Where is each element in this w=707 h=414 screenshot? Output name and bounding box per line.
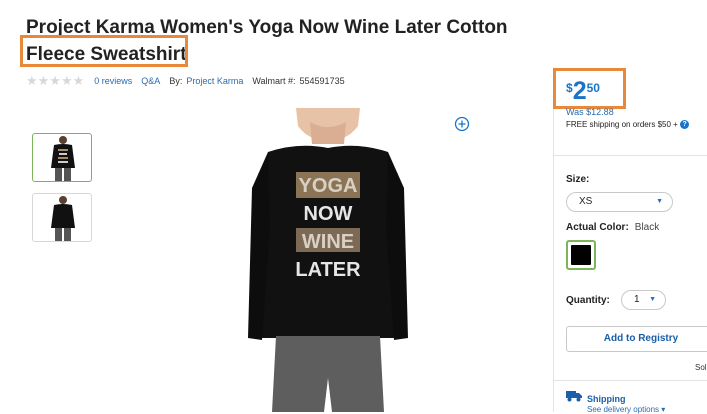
quantity-select[interactable]: 1 ▼ (621, 290, 666, 310)
color-value: Black (634, 222, 660, 233)
reviews-link[interactable]: 0 reviews (94, 76, 132, 86)
delivery-options-link[interactable]: See delivery options ▾ (587, 405, 665, 414)
quantity-value: 1 (634, 294, 640, 305)
add-to-registry-button[interactable]: Add to Registry (566, 326, 707, 352)
panel-divider (553, 155, 707, 156)
size-label: Size: (566, 174, 590, 185)
thumbnail-front[interactable] (32, 133, 92, 182)
thumbnail-back[interactable] (32, 193, 92, 242)
panel-left-border (553, 67, 554, 412)
shirt-text-wine: WINE (302, 231, 354, 253)
shipping-label: Shipping (587, 394, 626, 404)
color-swatch-fill (571, 245, 591, 265)
quantity-label: Quantity: (566, 295, 610, 306)
brand-link[interactable]: Project Karma (186, 76, 243, 86)
help-icon[interactable]: ? (680, 120, 690, 130)
shirt-text-yoga: YOGA (299, 175, 358, 197)
thumbnail-front-image (51, 136, 75, 181)
product-image[interactable]: YOGA NOW WINE LATER (248, 108, 408, 412)
thumbnail-back-image (51, 196, 75, 241)
walmart-number: 554591735 (299, 76, 345, 86)
shirt-text-now: NOW (304, 203, 353, 225)
sold-by-label: Sol (695, 363, 707, 372)
qa-link[interactable]: Q&A (141, 76, 160, 86)
was-price: Was $12.88 (566, 107, 614, 117)
product-meta: ★★★★★ 0 reviews Q&A By: Project Karma Wa… (26, 73, 345, 89)
color-swatch-black[interactable] (566, 240, 596, 270)
zoom-plus-icon[interactable] (454, 116, 470, 132)
chevron-down-icon: ▼ (649, 296, 656, 303)
by-label: By: (169, 76, 183, 86)
free-shipping-text: FREE shipping on orders $50 + (566, 120, 678, 129)
size-value: XS (579, 196, 593, 207)
color-label: Actual Color: (566, 222, 629, 233)
panel-divider-bottom (553, 380, 707, 381)
chevron-down-icon: ▼ (656, 198, 663, 205)
walmart-number-label: Walmart #: (252, 76, 296, 86)
highlight-box-title (20, 35, 188, 67)
rating-stars[interactable]: ★★★★★ (26, 73, 84, 89)
shirt-text-later: LATER (295, 259, 361, 281)
size-select[interactable]: XS ▼ (566, 192, 673, 212)
highlight-box-price (553, 68, 626, 109)
free-shipping-note: FREE shipping on orders $50 + ? (566, 120, 690, 130)
truck-icon (566, 391, 582, 402)
color-label-row: Actual Color: Black (566, 222, 659, 233)
